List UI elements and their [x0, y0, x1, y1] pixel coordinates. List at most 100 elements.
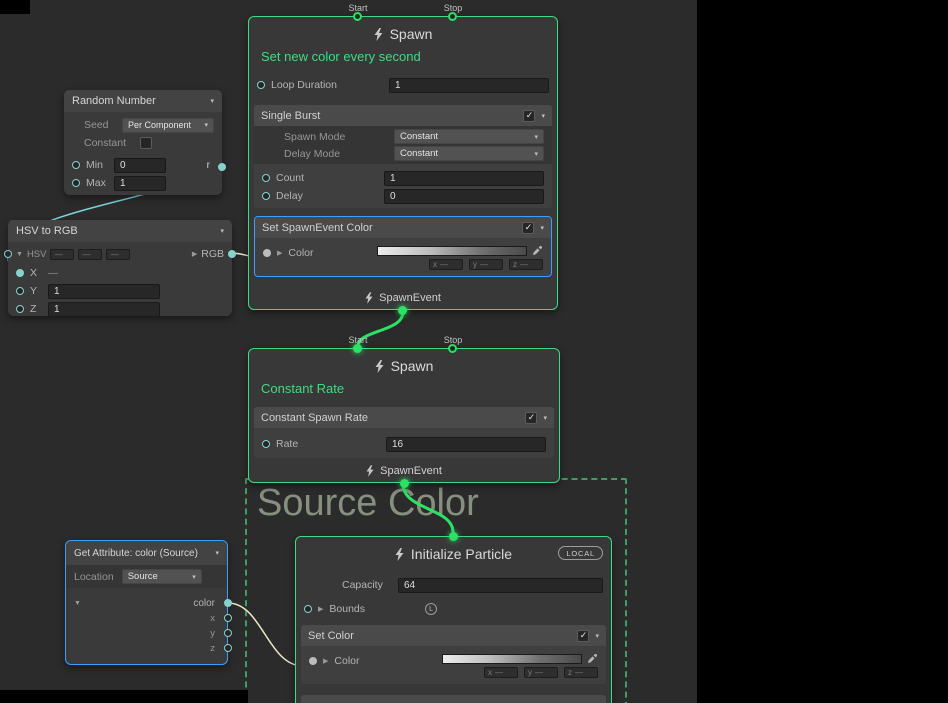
- local-space-icon[interactable]: L: [425, 603, 437, 615]
- max-port[interactable]: [72, 179, 80, 187]
- seed-value: Per Component: [128, 120, 191, 130]
- chevron-down-icon[interactable]: ▾: [220, 227, 224, 235]
- hsv-title: HSV to RGB: [16, 225, 78, 237]
- location-dropdown[interactable]: Source ▾: [122, 569, 202, 584]
- node-random-number[interactable]: Random Number ▾ Seed Per Component ▾ Con…: [64, 90, 222, 195]
- constant-spawn-rate-block[interactable]: Constant Spawn Rate ✓ ▾ Rate 16: [254, 407, 554, 458]
- color-gradient-field[interactable]: [377, 246, 527, 256]
- z-input-port[interactable]: [16, 305, 24, 313]
- triangle-down-icon[interactable]: ▼: [74, 600, 81, 607]
- flow-port-stop[interactable]: [448, 12, 457, 21]
- loop-duration-row: Loop Duration 1: [249, 77, 557, 93]
- single-burst-checkbox[interactable]: ✓: [523, 110, 535, 122]
- set-color-label: Set Color: [308, 630, 354, 642]
- set-color-checkbox[interactable]: ✓: [577, 630, 589, 642]
- set-color-header[interactable]: Set Color ✓ ▾: [301, 625, 606, 646]
- y-output-port[interactable]: [224, 629, 232, 637]
- count-field[interactable]: 1: [384, 171, 544, 186]
- node-title-text: Spawn: [391, 358, 434, 374]
- delay-mode-label: Delay Mode: [284, 148, 340, 160]
- hsv-input-port[interactable]: [4, 250, 12, 258]
- color-z-field: z—: [509, 259, 543, 270]
- random-number-header[interactable]: Random Number ▾: [64, 90, 222, 112]
- hsv-y-field: —: [78, 249, 102, 260]
- eyedropper-icon[interactable]: [587, 653, 598, 664]
- lightning-icon: [374, 28, 383, 41]
- color-port[interactable]: [263, 249, 271, 257]
- constant-checkbox[interactable]: [140, 137, 152, 149]
- delay-field[interactable]: 0: [384, 189, 544, 204]
- color-gradient-field[interactable]: [442, 654, 582, 664]
- z-field[interactable]: 1: [48, 302, 160, 317]
- spawnevent-label: SpawnEvent: [379, 292, 441, 304]
- min-port[interactable]: [72, 161, 80, 169]
- node-spawn-2[interactable]: Start Stop Spawn Constant Rate Constant …: [248, 348, 560, 483]
- flow-port-start[interactable]: [353, 344, 362, 353]
- set-spawnevent-color-checkbox[interactable]: ✓: [522, 222, 534, 234]
- constant-spawn-rate-checkbox[interactable]: ✓: [525, 412, 537, 424]
- rate-label: Rate: [276, 438, 298, 450]
- delay-mode-value: Constant: [400, 148, 438, 159]
- next-block-header-stub[interactable]: [301, 695, 606, 703]
- lightning-icon: [395, 548, 404, 561]
- node-initialize-particle[interactable]: Initialize Particle LOCAL Capacity 64 ▶ …: [295, 536, 612, 703]
- delay-mode-dropdown[interactable]: Constant ▾: [394, 146, 544, 161]
- x-input-port[interactable]: [16, 269, 24, 277]
- chevron-down-icon[interactable]: ▾: [215, 549, 219, 557]
- loop-duration-field[interactable]: 1: [389, 78, 549, 93]
- x-output-port[interactable]: [224, 614, 232, 622]
- random-output-port[interactable]: [218, 163, 226, 171]
- vfx-graph-canvas[interactable]: Source Color Start Stop Spawn Set new co…: [0, 0, 948, 703]
- eyedropper-icon[interactable]: [532, 245, 543, 256]
- delay-port[interactable]: [262, 192, 270, 200]
- flow-port-stop[interactable]: [448, 344, 457, 353]
- single-burst-header[interactable]: Single Burst ✓ ▾: [254, 105, 552, 126]
- seed-dropdown[interactable]: Per Component ▾: [122, 118, 214, 133]
- capacity-field[interactable]: 64: [398, 578, 603, 593]
- node-hsv-to-rgb[interactable]: HSV to RGB ▾ ▼ HSV — — — ▶ RGB X — Y 1: [8, 220, 232, 316]
- hsv-header[interactable]: HSV to RGB ▾: [8, 220, 232, 242]
- rgb-output-port[interactable]: [228, 250, 236, 258]
- color-row: ▶ Color x— y— z—: [255, 245, 551, 270]
- loop-duration-port[interactable]: [257, 81, 265, 89]
- single-burst-block[interactable]: Single Burst ✓ ▾ Spawn Mode Constant ▾ D…: [254, 105, 552, 208]
- bounds-port[interactable]: [304, 605, 312, 613]
- triangle-right-icon: ▶: [323, 657, 328, 665]
- delay-mode-row: Delay Mode Constant ▾: [254, 146, 552, 161]
- min-field[interactable]: 0: [114, 158, 166, 173]
- capacity-row: Capacity 64: [296, 577, 611, 593]
- node-spawn-1[interactable]: Start Stop Spawn Set new color every sec…: [248, 16, 558, 310]
- flow-port-spawnevent[interactable]: [398, 306, 407, 315]
- set-spawnevent-color-block[interactable]: Set SpawnEvent Color ✓ ▾ ▶ Color x—: [254, 216, 552, 277]
- chevron-down-icon[interactable]: ▾: [543, 414, 547, 422]
- rate-field[interactable]: 16: [386, 437, 546, 452]
- constant-spawn-rate-label: Constant Spawn Rate: [261, 412, 368, 424]
- y-input-port[interactable]: [16, 287, 24, 295]
- constant-spawn-rate-header[interactable]: Constant Spawn Rate ✓ ▾: [254, 407, 554, 428]
- chevron-down-icon: ▾: [534, 133, 538, 141]
- set-spawnevent-color-header[interactable]: Set SpawnEvent Color ✓ ▾: [255, 217, 551, 238]
- chevron-down-icon[interactable]: ▾: [540, 224, 544, 232]
- hsv-z-field: —: [106, 249, 130, 260]
- triangle-right-icon[interactable]: ▶: [318, 605, 323, 613]
- max-field[interactable]: 1: [114, 176, 166, 191]
- get-attribute-header[interactable]: Get Attribute: color (Source) ▾: [66, 541, 227, 565]
- flow-port-input[interactable]: [449, 532, 458, 541]
- color-output-port[interactable]: [224, 599, 232, 607]
- chevron-down-icon[interactable]: ▾: [541, 112, 545, 120]
- color-y-field: y—: [469, 259, 503, 270]
- chevron-down-icon[interactable]: ▾: [210, 97, 214, 105]
- flow-port-start[interactable]: [353, 12, 362, 21]
- node-get-attribute[interactable]: Get Attribute: color (Source) ▾ Location…: [65, 540, 228, 665]
- local-badge[interactable]: LOCAL: [558, 546, 603, 560]
- y-field[interactable]: 1: [48, 284, 160, 299]
- triangle-down-icon[interactable]: ▼: [16, 251, 23, 258]
- count-port[interactable]: [262, 174, 270, 182]
- spawn-mode-dropdown[interactable]: Constant ▾: [394, 129, 544, 144]
- rate-port[interactable]: [262, 440, 270, 448]
- flow-port-spawnevent[interactable]: [400, 479, 409, 488]
- chevron-down-icon[interactable]: ▾: [595, 632, 599, 640]
- color-port[interactable]: [309, 657, 317, 665]
- z-output-port[interactable]: [224, 644, 232, 652]
- set-color-block[interactable]: Set Color ✓ ▾ ▶ Color x— y—: [301, 625, 606, 684]
